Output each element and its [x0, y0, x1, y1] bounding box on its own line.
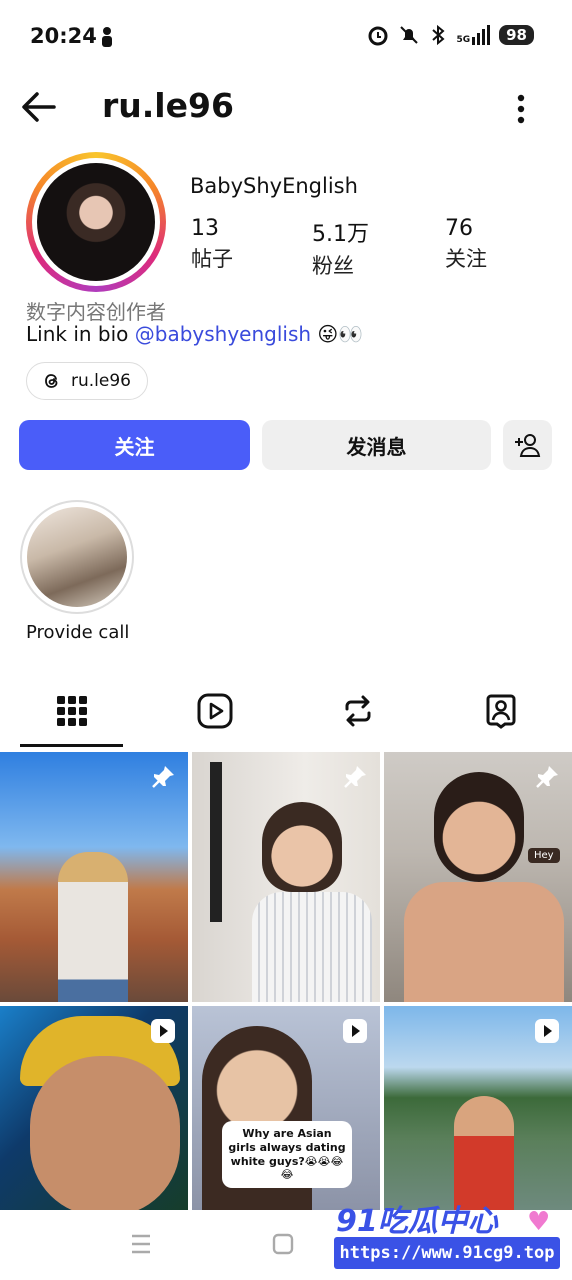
bio-mention-link[interactable]: @babyshyenglish [135, 322, 311, 346]
post-thumbnail[interactable] [384, 1006, 572, 1210]
repost-icon [345, 695, 370, 727]
pin-icon [536, 766, 558, 788]
threads-badge[interactable]: ru.le96 [26, 362, 148, 400]
pin-icon [152, 766, 174, 788]
add-user-icon [514, 434, 540, 457]
reel-icon [343, 1019, 367, 1043]
post-thumbnail[interactable]: Hey [384, 752, 572, 1002]
tab-posts-grid[interactable] [0, 680, 143, 742]
tab-reposts[interactable] [286, 680, 429, 742]
highlight-label: Provide call [26, 622, 130, 643]
grid-icon [56, 696, 87, 726]
highlight-cover [27, 507, 127, 607]
bluetooth-icon [432, 24, 446, 46]
reel-icon [151, 1019, 175, 1043]
tagged-icon [486, 694, 515, 729]
stat-following-label: 关注 [445, 247, 487, 271]
watermark-url: https://www.91cg9.top [334, 1237, 560, 1269]
tab-tagged[interactable] [429, 680, 572, 742]
suggest-users-button[interactable] [503, 420, 552, 470]
post-body [404, 882, 564, 1002]
post-face [262, 802, 342, 892]
message-button[interactable]: 发消息 [262, 420, 491, 470]
stat-following[interactable]: 76 关注 [445, 216, 555, 273]
bio: Link in bio @babyshyenglish 😜👀 [26, 322, 363, 346]
post-decor [210, 762, 222, 922]
tab-reels[interactable] [143, 680, 286, 742]
stat-posts-label: 帖子 [191, 247, 233, 271]
post-figure [454, 1096, 514, 1210]
story-highlight[interactable] [20, 500, 134, 614]
status-icons: 5G 98 [367, 24, 534, 46]
threads-icon [45, 374, 58, 388]
status-time: 20:24 [30, 24, 97, 48]
profile-category: 数字内容创作者 [26, 300, 166, 324]
stat-following-value: 76 [445, 216, 473, 241]
more-options-icon[interactable] [506, 90, 536, 128]
active-tab-indicator [20, 744, 123, 747]
mute-bell-icon [400, 26, 419, 44]
back-arrow-icon[interactable] [18, 86, 60, 128]
post-body [252, 892, 372, 1002]
post-thumbnail[interactable] [192, 752, 380, 1002]
post-face [434, 772, 524, 882]
network-type: 5G [456, 35, 471, 45]
post-figure [58, 852, 128, 1002]
bio-text: Link in bio [26, 322, 135, 346]
home-icon[interactable] [272, 1232, 294, 1256]
reel-icon [535, 1019, 559, 1043]
threads-handle: ru.le96 [71, 371, 131, 391]
post-thumbnail[interactable] [0, 1006, 188, 1210]
reels-icon [197, 693, 232, 729]
avatar [37, 163, 155, 281]
post-thumbnail[interactable]: Why are Asian girls always dating white … [192, 1006, 380, 1210]
display-name: BabyShyEnglish [190, 174, 358, 198]
stat-posts-value: 13 [191, 216, 219, 241]
post-thumbnail[interactable] [0, 752, 188, 1002]
status-bar: 20:24 5G 98 [0, 0, 572, 76]
pin-icon [344, 766, 366, 788]
alarm-icon [368, 26, 388, 46]
heart-icon: ♥ [527, 1207, 551, 1237]
stat-followers-value: 5.1万 [312, 222, 369, 247]
post-face [30, 1056, 180, 1210]
post-caption: Why are Asian girls always dating white … [222, 1121, 352, 1188]
watermark-logo: 91吃瓜中心 [336, 1204, 498, 1239]
follow-button[interactable]: 关注 [19, 420, 250, 470]
stat-followers[interactable]: 5.1万 粉丝 [312, 216, 422, 280]
post-overlay-text: Hey [528, 848, 560, 863]
stat-followers-label: 粉丝 [312, 254, 354, 278]
signal-icon: 5G [456, 25, 491, 45]
battery-indicator: 98 [499, 25, 534, 45]
person-status-icon [102, 27, 112, 47]
avatar-story-ring[interactable] [26, 152, 166, 292]
stat-posts[interactable]: 13 帖子 [191, 216, 301, 273]
recents-icon[interactable] [130, 1232, 152, 1256]
bio-emoji: 😜👀 [317, 322, 364, 346]
page-title: ru.le96 [102, 86, 234, 125]
